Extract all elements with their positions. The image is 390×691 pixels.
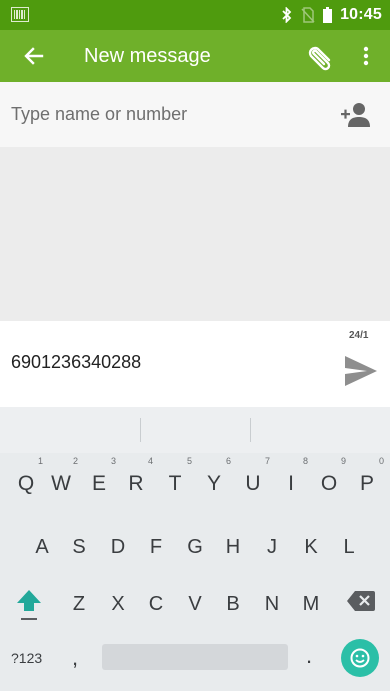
key-e[interactable]: E3 <box>84 456 116 504</box>
send-icon[interactable] <box>343 354 379 388</box>
key-l[interactable]: L <box>334 527 364 567</box>
compose-bar: 24/1 6901236340288 <box>0 321 390 407</box>
key-label: U <box>245 472 261 495</box>
key-a[interactable]: A <box>27 527 57 567</box>
key-f[interactable]: F <box>141 527 171 567</box>
recipient-row: Type name or number <box>0 82 390 148</box>
recipient-input[interactable]: Type name or number <box>11 104 187 125</box>
key-h[interactable]: H <box>218 527 248 567</box>
key-label: T <box>168 472 182 495</box>
key-hint: 7 <box>264 456 270 466</box>
key-i[interactable]: I8 <box>276 456 308 504</box>
suggestion-divider <box>250 418 251 442</box>
key-z[interactable]: Z <box>64 584 94 624</box>
key-q[interactable]: Q1 <box>11 456 43 504</box>
key-label: I <box>288 472 294 495</box>
battery-icon <box>323 7 333 23</box>
key-hint: 5 <box>186 456 192 466</box>
suggestion-divider <box>140 418 141 442</box>
character-counter: 24/1 <box>349 330 369 341</box>
app-bar: New message <box>0 30 390 82</box>
soft-keyboard: Q1 W2 E3 R4 T5 Y6 U7 I8 O9 P0 A S D F G … <box>0 407 390 691</box>
paperclip-icon[interactable] <box>303 40 337 74</box>
message-thread-area <box>0 148 390 321</box>
key-label: W <box>51 472 71 495</box>
key-p[interactable]: P0 <box>352 456 384 504</box>
key-hint: 1 <box>37 456 43 466</box>
key-t[interactable]: T5 <box>160 456 192 504</box>
page-title: New message <box>84 45 211 67</box>
key-hint: 3 <box>110 456 116 466</box>
bluetooth-icon <box>281 7 293 23</box>
add-contact-icon[interactable] <box>340 102 372 128</box>
key-hint: 4 <box>147 456 153 466</box>
key-hint: 9 <box>340 456 346 466</box>
key-k[interactable]: K <box>296 527 326 567</box>
key-label: O <box>320 472 338 495</box>
period-key[interactable]: . <box>306 643 312 669</box>
shift-icon[interactable] <box>15 587 43 623</box>
key-y[interactable]: Y6 <box>199 456 231 504</box>
key-hint: 0 <box>378 456 384 466</box>
comma-key[interactable]: , <box>72 645 78 671</box>
key-d[interactable]: D <box>103 527 133 567</box>
key-s[interactable]: S <box>64 527 94 567</box>
key-hint: 2 <box>72 456 78 466</box>
space-bar[interactable] <box>102 644 288 670</box>
key-x[interactable]: X <box>103 584 133 624</box>
key-v[interactable]: V <box>180 584 210 624</box>
key-hint: 8 <box>302 456 308 466</box>
status-time: 10:45 <box>340 6 382 23</box>
symbols-key[interactable]: ?123 <box>11 650 42 666</box>
key-hint: 6 <box>225 456 231 466</box>
no-sim-icon <box>301 7 315 23</box>
key-label: Q <box>17 472 35 495</box>
smiley-icon <box>350 648 370 668</box>
key-w[interactable]: W2 <box>46 456 78 504</box>
more-vert-icon[interactable] <box>354 44 378 68</box>
key-o[interactable]: O9 <box>314 456 346 504</box>
key-g[interactable]: G <box>180 527 210 567</box>
suggestion-strip <box>0 407 390 453</box>
barcode-scanner-icon <box>11 7 29 22</box>
key-j[interactable]: J <box>257 527 287 567</box>
key-u[interactable]: U7 <box>238 456 270 504</box>
message-input[interactable]: 6901236340288 <box>11 352 141 373</box>
emoji-button[interactable] <box>341 639 379 677</box>
key-c[interactable]: C <box>141 584 171 624</box>
status-bar: 10:45 <box>0 0 390 30</box>
back-arrow-icon[interactable] <box>22 44 46 68</box>
key-r[interactable]: R4 <box>121 456 153 504</box>
key-label: Y <box>206 472 221 495</box>
key-label: P <box>359 472 374 495</box>
key-label: E <box>91 472 106 495</box>
key-b[interactable]: B <box>218 584 248 624</box>
backspace-icon[interactable] <box>346 589 376 613</box>
key-n[interactable]: N <box>257 584 287 624</box>
key-label: R <box>128 472 144 495</box>
key-m[interactable]: M <box>296 584 326 624</box>
